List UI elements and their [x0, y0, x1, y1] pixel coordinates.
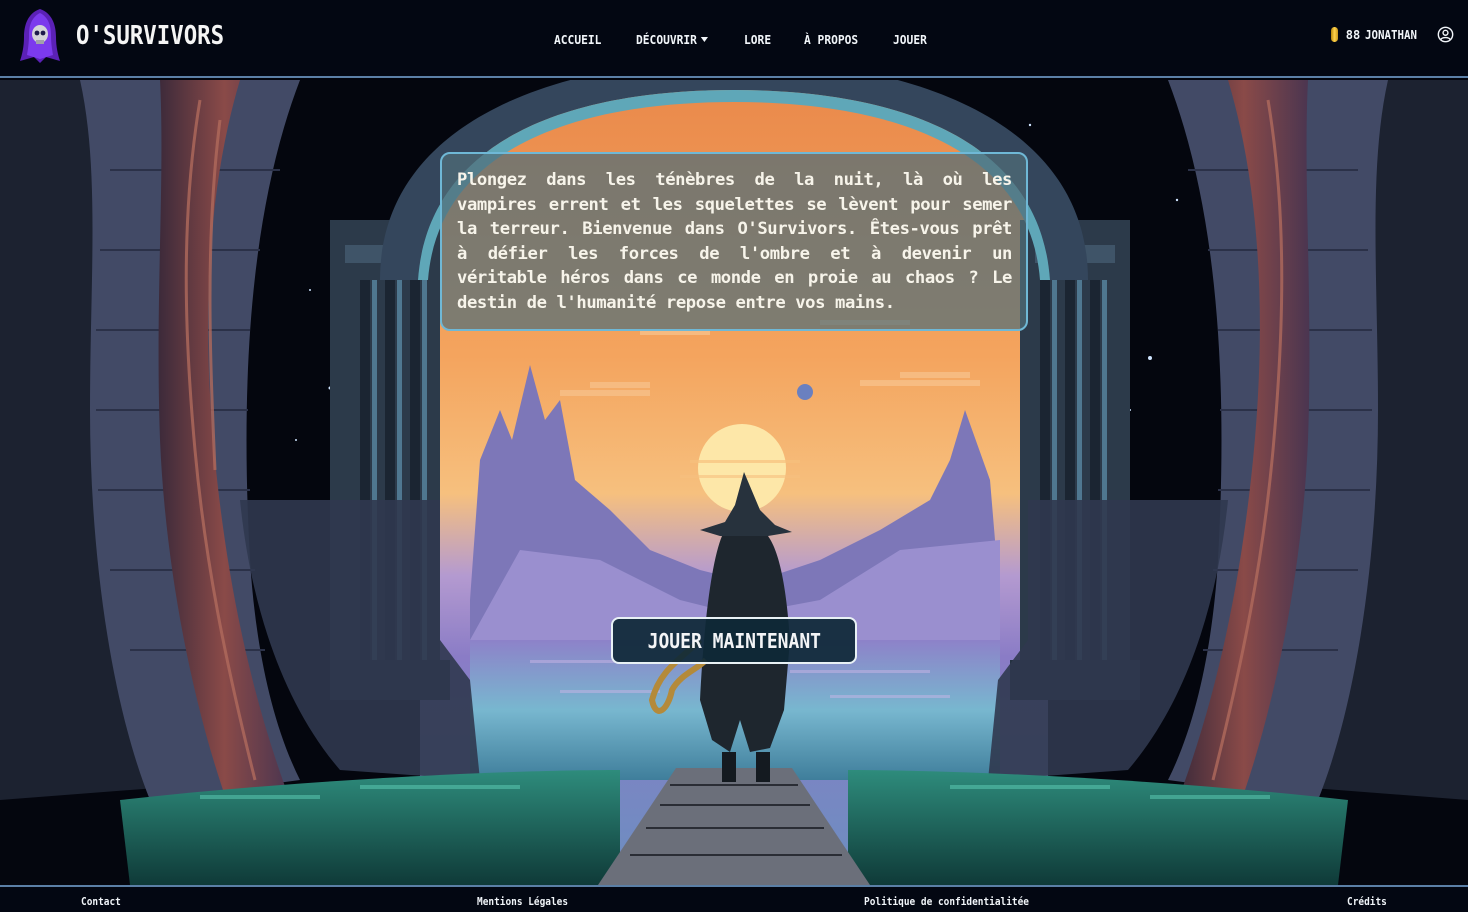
nav-item-a-propos[interactable]: À PROPOS	[804, 32, 858, 47]
nav-item-decouvrir[interactable]: DÉCOUVRIR	[636, 32, 708, 47]
coin-icon	[1330, 27, 1338, 42]
nav-item-jouer[interactable]: JOUER	[893, 32, 927, 47]
nav-item-lore[interactable]: LORE	[744, 32, 771, 47]
top-navbar: O'SURVIVORS ACCUEIL DÉCOUVRIR LORE À PRO…	[0, 0, 1468, 78]
nav-item-label: LORE	[744, 31, 772, 47]
intro-card: Plongez dans les ténèbres de la nuit, là…	[440, 152, 1028, 331]
user-circle-icon[interactable]	[1437, 26, 1454, 43]
hero-section: Plongez dans les ténèbres de la nuit, là…	[0, 80, 1468, 885]
nav-item-label: JOUER	[892, 31, 927, 47]
caret-down-icon	[700, 36, 708, 42]
brand[interactable]: O'SURVIVORS	[18, 6, 248, 66]
nav-item-label: DÉCOUVRIR	[635, 31, 697, 47]
footer-link-credits[interactable]: Crédits	[1347, 896, 1387, 908]
nav-item-accueil[interactable]: ACCUEIL	[554, 32, 601, 47]
intro-text: Plongez dans les ténèbres de la nuit, là…	[457, 170, 1012, 313]
play-now-button[interactable]: JOUER MAINTENANT	[611, 617, 857, 664]
footer: Contact Mentions Légales Politique de co…	[0, 885, 1468, 912]
user-menu[interactable]: 88 JONATHAN	[1330, 26, 1454, 43]
hooded-skull-icon	[20, 9, 60, 63]
username: JONATHAN	[1365, 27, 1418, 42]
play-now-label: JOUER MAINTENANT	[647, 628, 821, 653]
brand-name: O'SURVIVORS	[76, 21, 225, 51]
footer-link-privacy[interactable]: Politique de confidentialitée	[864, 896, 1029, 908]
nav-item-label: À PROPOS	[803, 31, 858, 47]
coin-count: 88	[1345, 27, 1361, 42]
footer-link-legal[interactable]: Mentions Légales	[477, 896, 568, 908]
main-nav: ACCUEIL DÉCOUVRIR LORE À PROPOS JOUER	[540, 28, 959, 50]
nav-item-label: ACCUEIL	[554, 31, 602, 47]
footer-link-contact[interactable]: Contact	[81, 896, 121, 908]
